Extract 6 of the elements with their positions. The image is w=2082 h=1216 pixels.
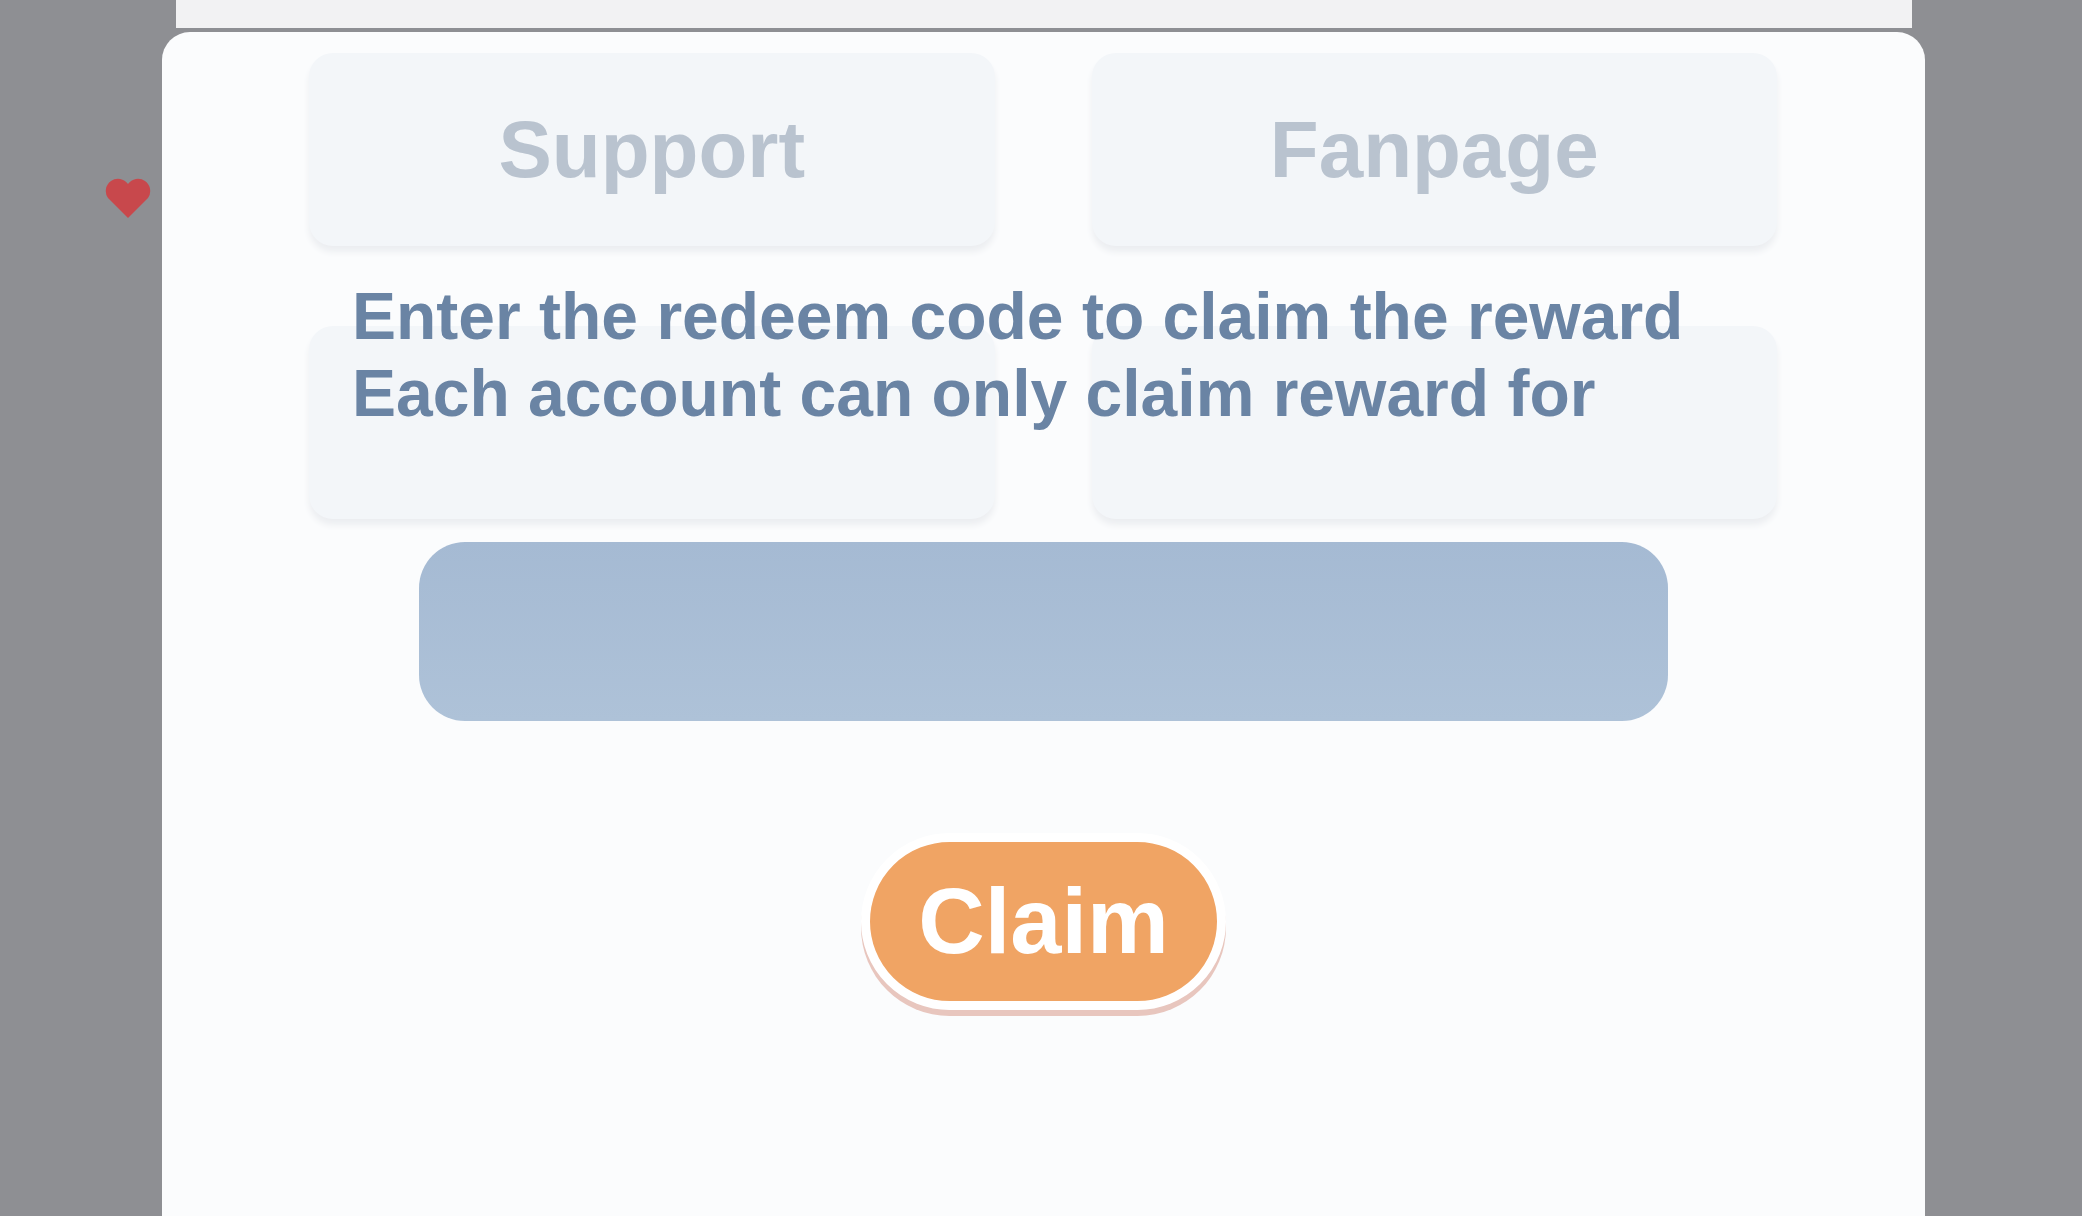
instruction-text: Enter the redeem code to claim the reward xyxy=(352,278,1684,355)
heart-icon xyxy=(104,176,152,220)
instruction-text: Each account can only claim reward for xyxy=(352,355,1597,432)
faded-menu-button[interactable]: Fanpage xyxy=(1091,53,1777,246)
faded-menu-button[interactable]: Support xyxy=(309,53,995,246)
code-input-field[interactable] xyxy=(419,542,1668,721)
